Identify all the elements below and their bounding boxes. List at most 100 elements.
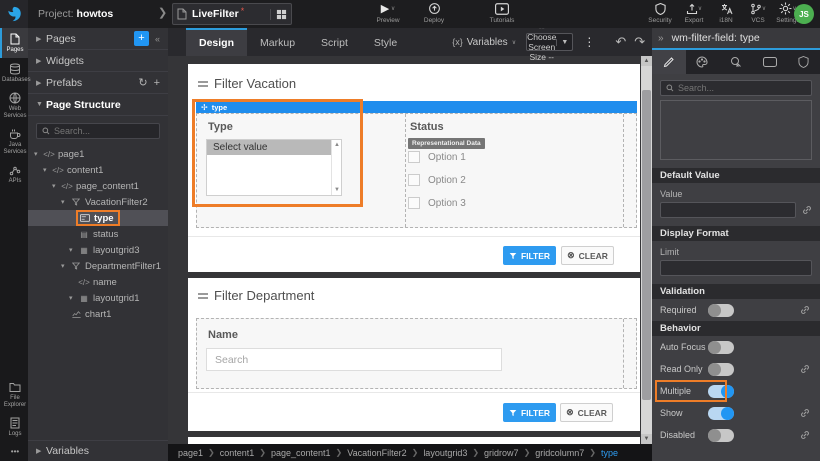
breadcrumb-gridcolumn7[interactable]: gridcolumn7 [535, 448, 584, 458]
tab-properties[interactable] [652, 50, 686, 74]
tree-item-content1[interactable]: ▾</>content1 [28, 162, 168, 178]
tree-item-layoutgrid1[interactable]: ▾▦layoutgrid1 [28, 290, 168, 306]
variables-menu[interactable]: {x} Variables ∨ [452, 37, 516, 48]
deploy-button[interactable]: Deploy [412, 2, 456, 24]
tree-item-status[interactable]: ▤status [28, 226, 168, 242]
chart-icon [70, 310, 82, 318]
tree-item-type[interactable]: type [28, 210, 168, 226]
rail-item-apis[interactable]: APIs [0, 159, 28, 189]
refresh-icon[interactable]: ↻ [138, 76, 147, 89]
bind-icon[interactable] [800, 364, 810, 374]
tree-item-page1[interactable]: ▾</>page1 [28, 146, 168, 162]
collapse-icon[interactable] [198, 79, 208, 89]
rail-item-web-services[interactable]: Web Services [0, 87, 28, 123]
tree-item-vacationfilter2[interactable]: ▾VacationFilter2 [28, 194, 168, 210]
scroll-down-icon[interactable]: ▼ [334, 187, 340, 193]
preview-button[interactable]: ▶ ∨ Preview [366, 2, 410, 24]
left-panel: ▶ Pages + « ▶ Widgets ▶ Prefabs ↻ + ▼ Pa… [28, 28, 168, 461]
undo-icon[interactable]: ↶ [615, 34, 626, 50]
tree-item-name[interactable]: </>name [28, 274, 168, 290]
breadcrumb-page_content1[interactable]: page_content1 [271, 448, 331, 458]
checkbox[interactable] [408, 174, 420, 186]
more-options-icon[interactable]: ⋮ [583, 35, 595, 49]
multiple-toggle[interactable] [708, 385, 734, 398]
bind-icon[interactable] [802, 205, 812, 215]
tab-design[interactable]: Design [186, 28, 247, 56]
tab-security[interactable] [786, 50, 820, 74]
section-pages[interactable]: ▶ Pages + « [28, 28, 168, 50]
scroll-up-icon[interactable]: ▲ [334, 142, 340, 148]
auto-focus-toggle[interactable] [708, 341, 734, 354]
name-search-input[interactable] [206, 348, 502, 371]
screen-size-select[interactable]: -- Choose Screen Size -- ▼ [526, 33, 573, 51]
breadcrumb-vacationfilter2[interactable]: VacationFilter2 [347, 448, 406, 458]
select-widget-icon [79, 214, 91, 222]
tab-markup[interactable]: Markup [247, 28, 308, 56]
breadcrumb-type[interactable]: type [601, 448, 618, 458]
properties-search-input[interactable] [678, 83, 798, 93]
device-icon [763, 57, 777, 67]
checkbox[interactable] [408, 197, 420, 209]
tab-device[interactable] [753, 50, 787, 74]
rail-item-databases[interactable]: Databases [0, 58, 28, 88]
scroll-up-icon[interactable]: ▲ [641, 56, 652, 66]
bind-icon[interactable] [800, 305, 810, 315]
clear-button[interactable]: ⊗ CLEAR [560, 403, 613, 422]
rail-item-pages[interactable]: Pages [0, 28, 28, 58]
scrollbar-thumb[interactable] [642, 90, 651, 400]
page-switcher-icon[interactable] [270, 9, 287, 20]
clear-button[interactable]: ⊗ CLEAR [561, 246, 614, 265]
tree-item-page_content1[interactable]: ▾</>page_content1 [28, 178, 168, 194]
filter-button[interactable]: FILTER [503, 403, 556, 422]
value-input[interactable] [660, 202, 796, 218]
tab-style[interactable]: Style [361, 28, 410, 56]
user-avatar[interactable]: JS [794, 4, 814, 24]
section-prefabs[interactable]: ▶ Prefabs ↻ + [28, 72, 168, 94]
tree-item-layoutgrid3[interactable]: ▾▦layoutgrid3 [28, 242, 168, 258]
filter-button[interactable]: FILTER [503, 246, 556, 265]
breadcrumb-gridrow7[interactable]: gridrow7 [484, 448, 519, 458]
tutorials-button[interactable]: Tutorials [480, 2, 524, 24]
section-variables[interactable]: ▶ Variables [28, 440, 168, 461]
bind-icon[interactable] [800, 430, 810, 440]
canvas-scrollbar[interactable]: ▲ ▼ [641, 56, 652, 444]
tab-script[interactable]: Script [308, 28, 361, 56]
wavemaker-logo[interactable] [0, 0, 28, 28]
add-page-button[interactable]: + [134, 31, 149, 46]
scroll-down-icon[interactable]: ▼ [641, 434, 652, 444]
tree-item-departmentfilter1[interactable]: ▾DepartmentFilter1 [28, 258, 168, 274]
rail-item-java-services[interactable]: Java Services [0, 123, 28, 159]
collapse-panel-icon[interactable]: « [155, 34, 160, 44]
listbox-scrollbar[interactable]: ▲ ▼ [331, 140, 341, 195]
rail-item-logs[interactable]: Logs [0, 412, 28, 442]
disabled-toggle[interactable] [708, 429, 734, 442]
bind-icon[interactable] [800, 408, 810, 418]
required-toggle[interactable] [708, 304, 734, 317]
section-widgets[interactable]: ▶ Widgets [28, 50, 168, 72]
search-icon [666, 84, 674, 92]
type-listbox[interactable]: Select value ▲ ▼ [206, 139, 342, 196]
limit-input[interactable] [660, 260, 812, 276]
breadcrumb-layoutgrid3[interactable]: layoutgrid3 [423, 448, 467, 458]
redo-icon[interactable]: ↷ [634, 34, 645, 50]
status-field-label: Status [410, 121, 444, 133]
listbox-selected-option[interactable]: Select value [207, 140, 331, 155]
rail-item-file-explorer[interactable]: File Explorer [0, 376, 28, 412]
tab-styles[interactable] [686, 50, 720, 74]
add-prefab-icon[interactable]: + [154, 77, 160, 89]
show-toggle[interactable] [708, 407, 734, 420]
rail-item-more[interactable]: ••• [0, 442, 28, 460]
section-page-structure[interactable]: ▼ Page Structure [28, 94, 168, 116]
collapse-icon[interactable] [198, 291, 208, 301]
caret-down-icon: ▾ [61, 262, 70, 270]
read-only-toggle[interactable] [708, 363, 734, 376]
breadcrumb-page1[interactable]: page1 [178, 448, 203, 458]
checkbox[interactable] [408, 151, 420, 163]
selected-widget-bar[interactable]: ✢ type [196, 101, 637, 113]
open-page-tab[interactable]: LiveFilter * [172, 3, 292, 25]
tree-search-input[interactable] [54, 126, 154, 136]
tab-inspect[interactable] [719, 50, 753, 74]
breadcrumb-content1[interactable]: content1 [220, 448, 255, 458]
collapse-panel-icon[interactable]: » [658, 33, 664, 44]
tree-item-chart1[interactable]: chart1 [28, 306, 168, 322]
